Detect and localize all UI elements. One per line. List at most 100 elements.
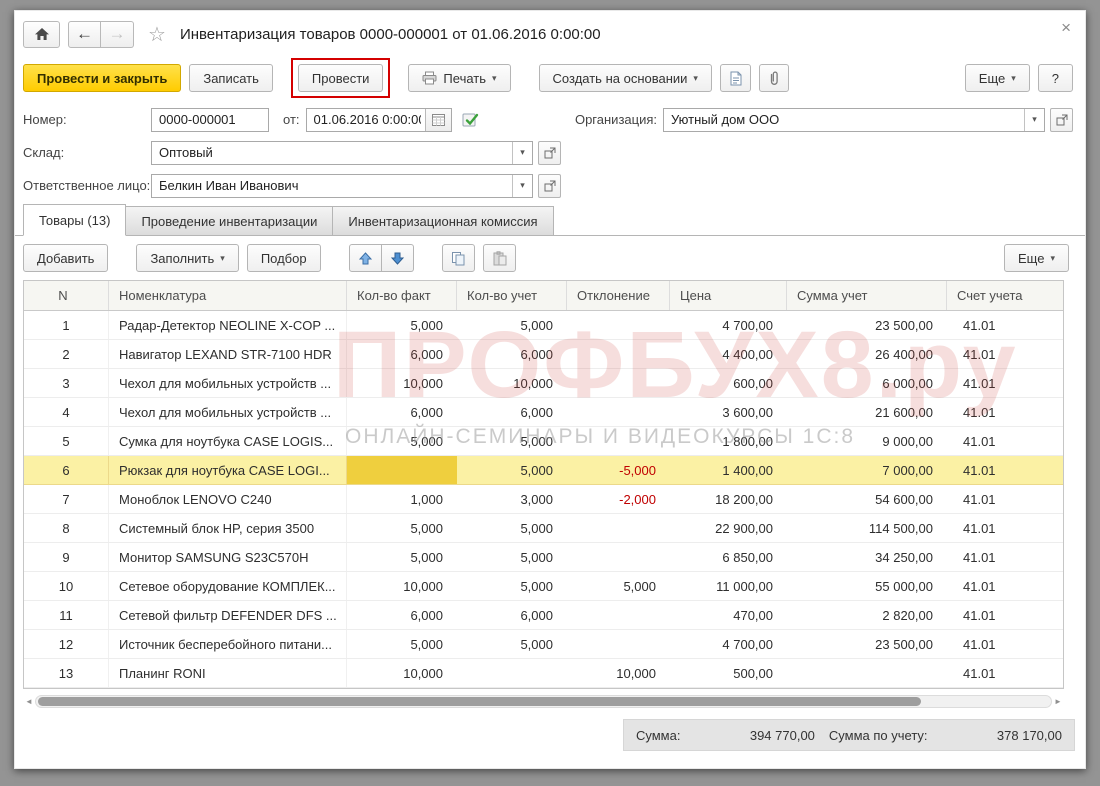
- calendar-button[interactable]: [424, 108, 451, 131]
- column-header-n[interactable]: N: [24, 281, 109, 310]
- cell-account[interactable]: 41.01: [947, 427, 1065, 455]
- column-header-deviation[interactable]: Отклонение: [567, 281, 670, 310]
- cell-name[interactable]: Рюкзак для ноутбука CASE LOGI...: [109, 456, 347, 484]
- cell-price[interactable]: 1 400,00: [670, 456, 787, 484]
- table-row[interactable]: 6 Рюкзак для ноутбука CASE LOGI... 5,000 -5…: [24, 456, 1063, 485]
- responsible-dropdown-button[interactable]: ▾: [512, 174, 532, 197]
- cell-acc[interactable]: 5,000: [457, 630, 567, 658]
- home-button[interactable]: [23, 20, 60, 48]
- post-and-close-button[interactable]: Провести и закрыть: [23, 64, 182, 92]
- cell-name[interactable]: Сетевое оборудование КОМПЛЕК...: [109, 572, 347, 600]
- cell-acc[interactable]: 5,000: [457, 572, 567, 600]
- cell-fact[interactable]: 5,000: [347, 514, 457, 542]
- cell-account[interactable]: 41.01: [947, 601, 1065, 629]
- cell-sum[interactable]: 55 000,00: [787, 572, 947, 600]
- table-row[interactable]: 9 Монитор SAMSUNG S23C570H 5,000 5,000 6 850…: [24, 543, 1063, 572]
- cell-n[interactable]: 8: [24, 514, 109, 542]
- cell-account[interactable]: 41.01: [947, 456, 1065, 484]
- cell-price[interactable]: 4 400,00: [670, 340, 787, 368]
- forward-button[interactable]: →: [101, 20, 134, 48]
- more-button[interactable]: Еще ▾: [964, 64, 1030, 92]
- cell-account[interactable]: 41.01: [947, 311, 1065, 339]
- cell-dev[interactable]: -2,000: [567, 485, 670, 513]
- fill-button[interactable]: Заполнить ▾: [136, 244, 239, 272]
- copy-button[interactable]: [441, 244, 475, 272]
- table-row[interactable]: 3 Чехол для мобильных устройств ... 10,000…: [24, 369, 1063, 398]
- set-date-button[interactable]: [462, 112, 480, 128]
- cell-name[interactable]: Моноблок LENOVO C240: [109, 485, 347, 513]
- cell-name[interactable]: Источник бесперебойного питани...: [109, 630, 347, 658]
- cell-fact[interactable]: 10,000: [347, 369, 457, 397]
- post-button[interactable]: Провести: [297, 64, 384, 92]
- table-row[interactable]: 10 Сетевое оборудование КОМПЛЕК... 10,000 5…: [24, 572, 1063, 601]
- cell-name[interactable]: Радар-Детектор NEOLINE X-COP ...: [109, 311, 347, 339]
- scroll-right-icon[interactable]: ►: [1052, 697, 1064, 706]
- cell-name[interactable]: Навигатор LEXAND STR-7100 HDR: [109, 340, 347, 368]
- warehouse-open-button[interactable]: [538, 140, 561, 165]
- table-row[interactable]: 11 Сетевой фильтр DEFENDER DFS ... 6,000 6,…: [24, 601, 1063, 630]
- cell-n[interactable]: 7: [24, 485, 109, 513]
- column-header-account[interactable]: Счет учета: [947, 281, 1065, 310]
- cell-dev[interactable]: [567, 630, 670, 658]
- column-header-qty-accounting[interactable]: Кол-во учет: [457, 281, 567, 310]
- cell-sum[interactable]: 23 500,00: [787, 311, 947, 339]
- cell-dev[interactable]: [567, 427, 670, 455]
- cell-n[interactable]: 3: [24, 369, 109, 397]
- table-more-button[interactable]: Еще ▾: [1004, 244, 1069, 272]
- table-row[interactable]: 13 Планинг RONI 10,000 10,000 500,00 41.01: [24, 659, 1063, 688]
- create-based-on-button[interactable]: Создать на основании ▾: [538, 64, 712, 92]
- cell-dev[interactable]: [567, 398, 670, 426]
- cell-sum[interactable]: 2 820,00: [787, 601, 947, 629]
- table-row[interactable]: 12 Источник бесперебойного питани... 5,000…: [24, 630, 1063, 659]
- cell-account[interactable]: 41.01: [947, 398, 1065, 426]
- responsible-field[interactable]: Белкин Иван Иванович ▾: [151, 173, 533, 198]
- cell-price[interactable]: 22 900,00: [670, 514, 787, 542]
- cell-sum[interactable]: 34 250,00: [787, 543, 947, 571]
- cell-acc[interactable]: 3,000: [457, 485, 567, 513]
- cell-name[interactable]: Планинг RONI: [109, 659, 347, 687]
- cell-sum[interactable]: 114 500,00: [787, 514, 947, 542]
- table-row[interactable]: 1 Радар-Детектор NEOLINE X-COP ... 5,000 5,…: [24, 311, 1063, 340]
- scrollbar-thumb[interactable]: [38, 697, 922, 706]
- cell-sum[interactable]: 9 000,00: [787, 427, 947, 455]
- back-button[interactable]: ←: [68, 20, 101, 48]
- cell-price[interactable]: 11 000,00: [670, 572, 787, 600]
- cell-fact[interactable]: 10,000: [347, 572, 457, 600]
- table-row[interactable]: 2 Навигатор LEXAND STR-7100 HDR 6,000 6,000…: [24, 340, 1063, 369]
- cell-sum[interactable]: 26 400,00: [787, 340, 947, 368]
- organization-field[interactable]: Уютный дом ООО ▾: [663, 107, 1045, 132]
- cell-acc[interactable]: 6,000: [457, 340, 567, 368]
- table-row[interactable]: 7 Моноблок LENOVO C240 1,000 3,000 -2,000 18 …: [24, 485, 1063, 514]
- scroll-left-icon[interactable]: ◄: [23, 697, 35, 706]
- cell-n[interactable]: 4: [24, 398, 109, 426]
- cell-fact[interactable]: 5,000: [347, 427, 457, 455]
- cell-name[interactable]: Чехол для мобильных устройств ...: [109, 398, 347, 426]
- pick-button[interactable]: Подбор: [246, 244, 321, 272]
- cell-account[interactable]: 41.01: [947, 514, 1065, 542]
- cell-dev[interactable]: [567, 311, 670, 339]
- cell-n[interactable]: 12: [24, 630, 109, 658]
- cell-sum[interactable]: [787, 659, 947, 687]
- cell-acc[interactable]: 5,000: [457, 514, 567, 542]
- add-row-button[interactable]: Добавить: [23, 244, 109, 272]
- cell-account[interactable]: 41.01: [947, 572, 1065, 600]
- cell-n[interactable]: 9: [24, 543, 109, 571]
- tab-goods[interactable]: Товары (13): [23, 204, 127, 236]
- cell-dev[interactable]: 10,000: [567, 659, 670, 687]
- cell-name[interactable]: Монитор SAMSUNG S23C570H: [109, 543, 347, 571]
- close-icon[interactable]: ×: [1061, 19, 1071, 36]
- cell-name[interactable]: Чехол для мобильных устройств ...: [109, 369, 347, 397]
- cell-dev[interactable]: [567, 514, 670, 542]
- cell-price[interactable]: 6 850,00: [670, 543, 787, 571]
- tab-inventory-commission[interactable]: Инвентаризационная комиссия: [332, 206, 554, 235]
- cell-account[interactable]: 41.01: [947, 630, 1065, 658]
- table-row[interactable]: 5 Сумка для ноутбука CASE LOGIS... 5,000 5,…: [24, 427, 1063, 456]
- cell-acc[interactable]: 5,000: [457, 427, 567, 455]
- cell-price[interactable]: 18 200,00: [670, 485, 787, 513]
- cell-acc[interactable]: 5,000: [457, 543, 567, 571]
- cell-dev[interactable]: [567, 543, 670, 571]
- cell-sum[interactable]: 54 600,00: [787, 485, 947, 513]
- cell-acc[interactable]: 6,000: [457, 601, 567, 629]
- cell-acc[interactable]: 5,000: [457, 456, 567, 484]
- move-down-button[interactable]: [381, 244, 414, 272]
